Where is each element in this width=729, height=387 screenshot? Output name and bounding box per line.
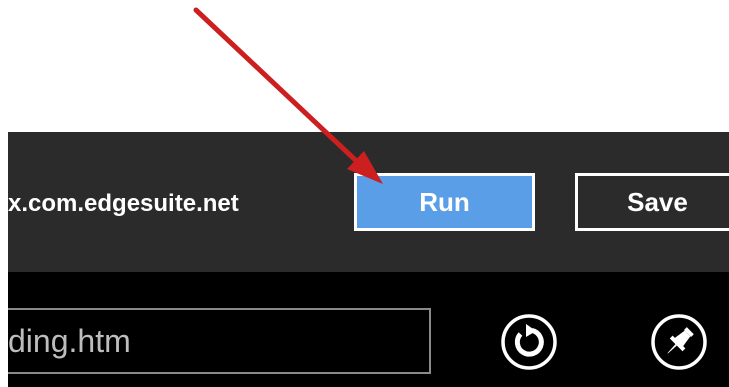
address-bar: ding.htm [8,272,729,387]
refresh-icon [501,314,557,370]
pin-button[interactable] [650,313,708,371]
download-filename: x.com.edgesuite.net [8,190,239,217]
refresh-button[interactable] [500,313,558,371]
pin-icon [651,314,707,370]
save-button[interactable]: Save [575,173,729,231]
url-input[interactable]: ding.htm [8,308,431,374]
page-background [0,0,729,132]
download-notification-bar: x.com.edgesuite.net Run Save [8,132,729,272]
run-button[interactable]: Run [354,173,535,231]
